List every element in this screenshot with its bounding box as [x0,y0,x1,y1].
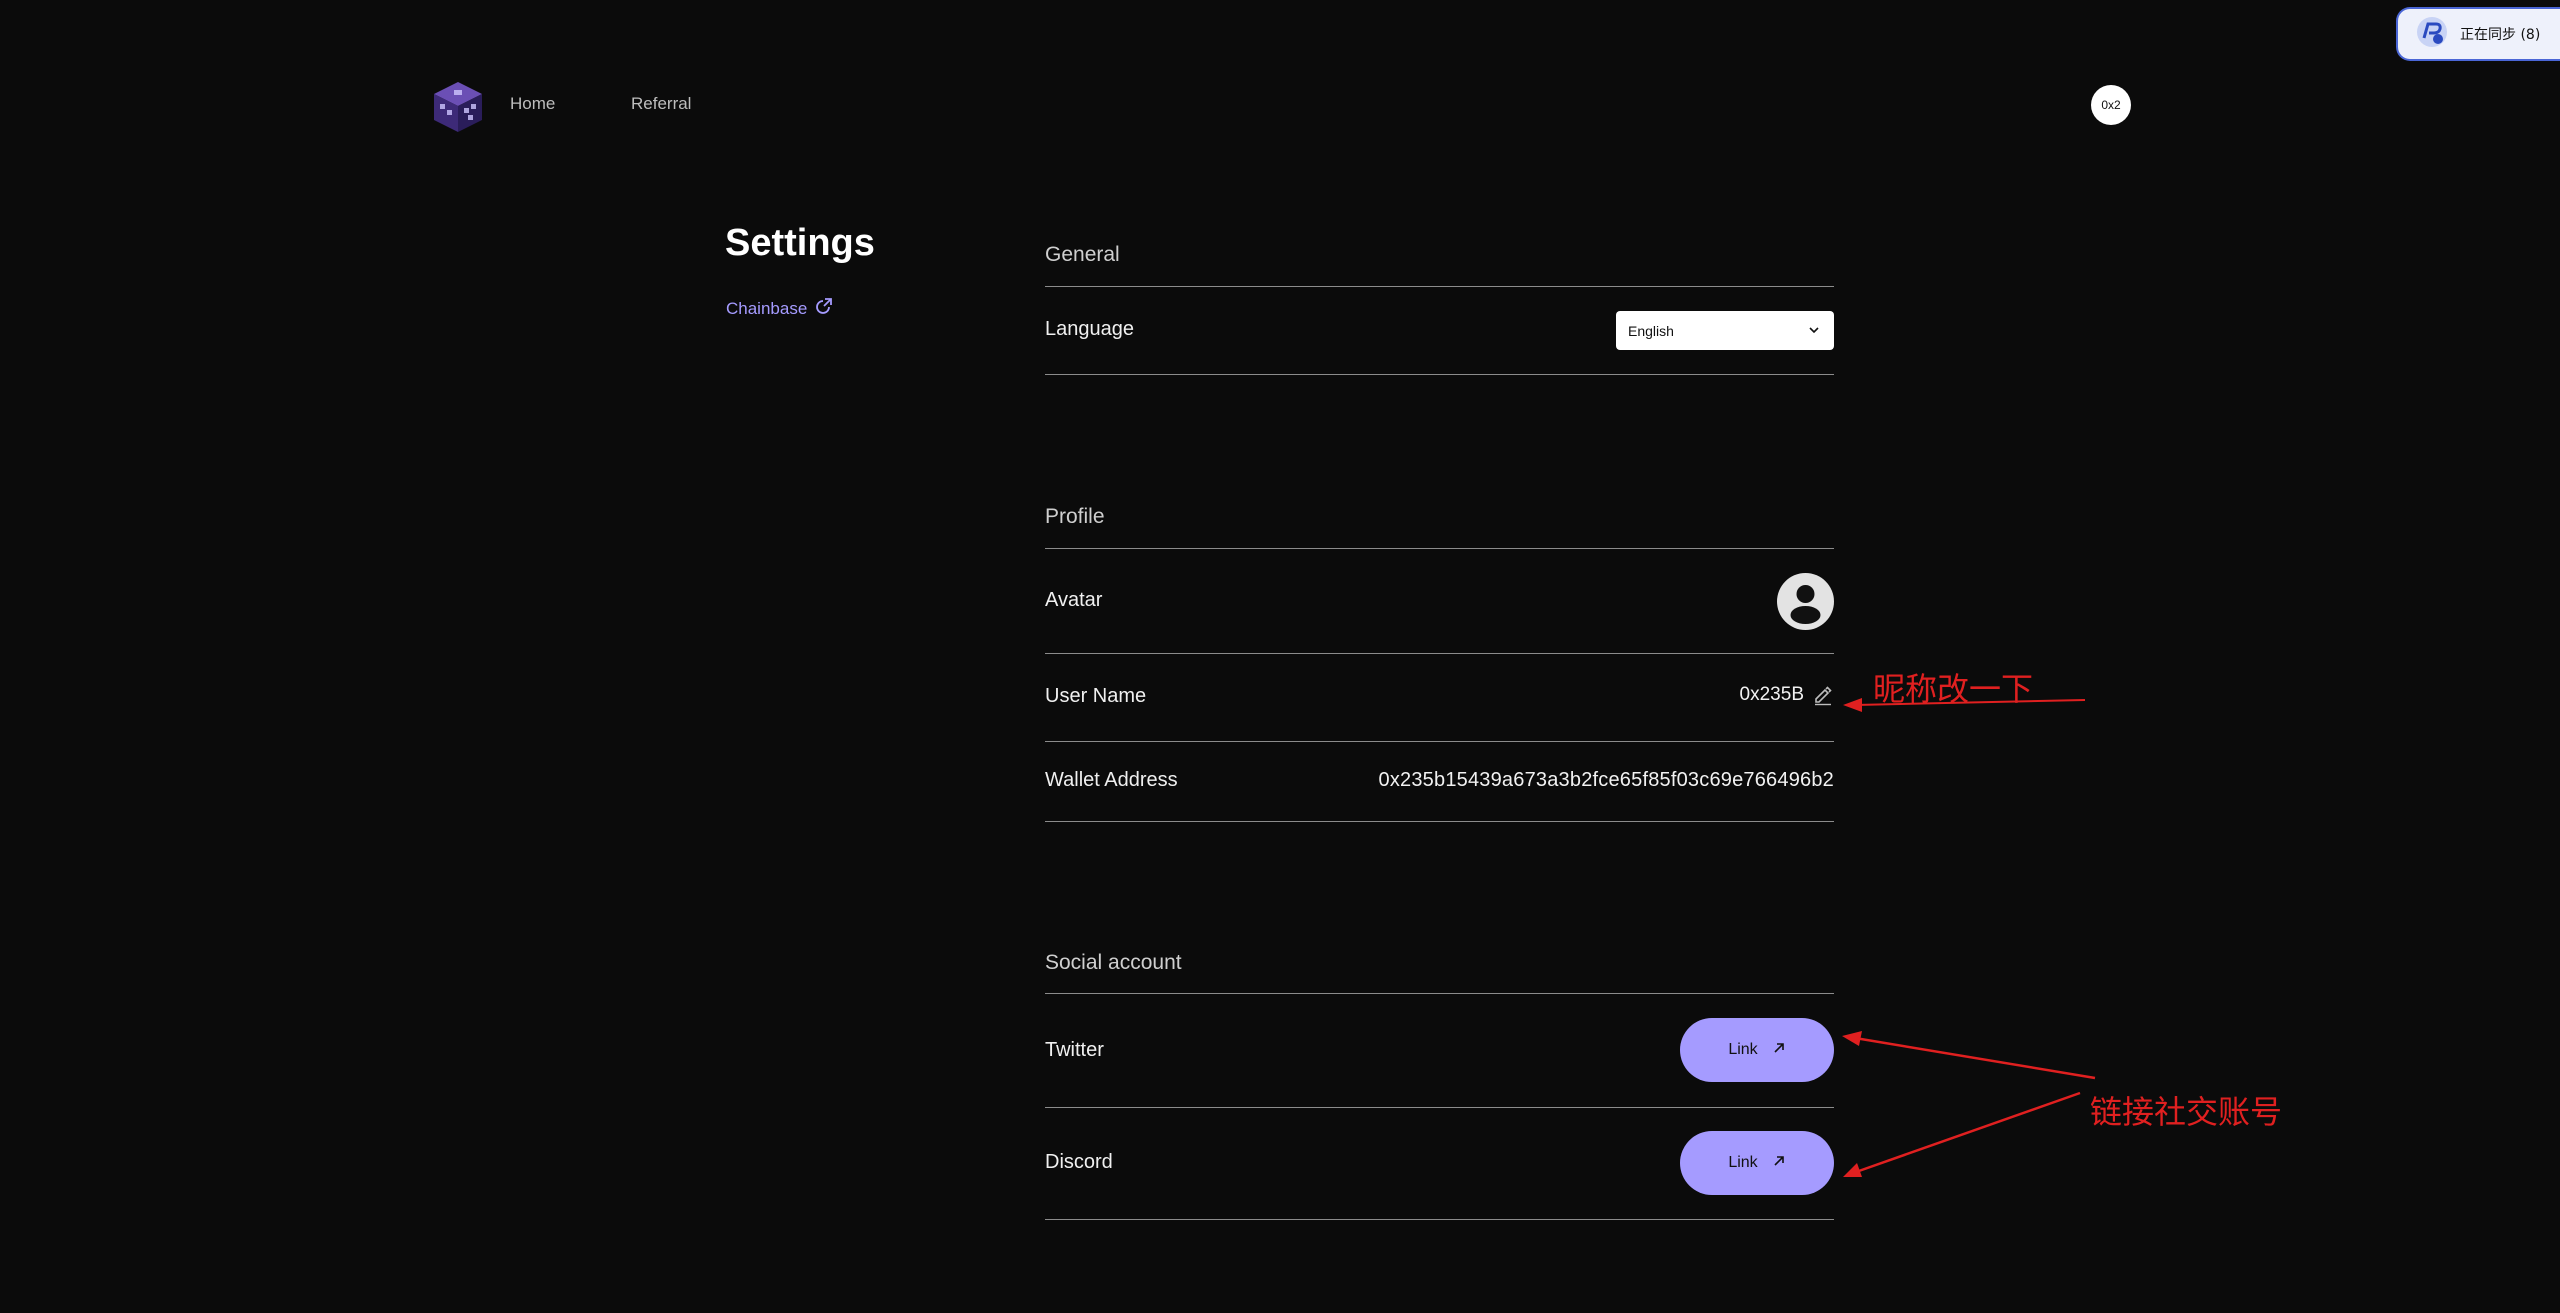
language-select[interactable]: English [1616,311,1834,350]
chevron-down-icon [1808,323,1820,339]
chainbase-link-label: Chainbase [726,298,808,318]
cube-logo-icon[interactable] [430,78,486,134]
general-section-title: General [1045,243,1120,266]
nav-home-link[interactable]: Home [510,94,555,114]
settings-page: Home Referral 0x2 正在同步 (8) Settings Chai… [0,0,2560,1313]
language-label: Language [1045,318,1134,340]
external-link-icon [815,297,833,320]
divider [1045,821,1834,822]
divider [1045,374,1834,375]
wallet-address-label: Wallet Address [1045,769,1178,791]
divider [1045,548,1834,549]
arrow-up-right-icon [1772,1154,1786,1173]
divider [1045,1219,1834,1220]
edit-pencil-icon[interactable] [1812,684,1834,706]
divider [1045,993,1834,994]
account-avatar-button[interactable]: 0x2 [2091,85,2131,125]
avatar-label: Avatar [1045,589,1103,611]
language-select-value: English [1628,322,1674,339]
arrow-up-right-icon [1772,1041,1786,1060]
username-label: User Name [1045,685,1147,707]
social-section-title: Social account [1045,951,1182,974]
discord-link-button[interactable]: Link [1680,1131,1834,1195]
chainbase-link[interactable]: Chainbase [726,297,833,320]
username-field: 0x235B [1740,684,1834,706]
divider [1045,741,1834,742]
sync-status-label: 正在同步 (8) [2460,27,2541,43]
username-value: 0x235B [1739,684,1804,705]
sync-avatar-icon [2416,16,2448,53]
divider [1045,286,1834,287]
sync-status-button[interactable]: 正在同步 (8) [2396,7,2560,61]
discord-label: Discord [1045,1151,1113,1173]
social-annotation: 链接社交账号 [2090,1093,2283,1131]
divider [1045,1107,1834,1108]
page-title: Settings [725,222,875,264]
wallet-address-value: 0x235b15439a673a3b2fce65f85f03c69e766496… [1378,769,1834,791]
twitter-link-button-label: Link [1728,1041,1758,1058]
discord-link-button-label: Link [1728,1154,1758,1171]
twitter-label: Twitter [1045,1039,1104,1061]
profile-section-title: Profile [1045,505,1105,528]
twitter-link-button[interactable]: Link [1680,1018,1834,1082]
nickname-annotation: 昵称改一下 [1873,670,2034,708]
avatar[interactable] [1777,573,1834,630]
divider [1045,653,1834,654]
nav-referral-link[interactable]: Referral [631,94,691,114]
